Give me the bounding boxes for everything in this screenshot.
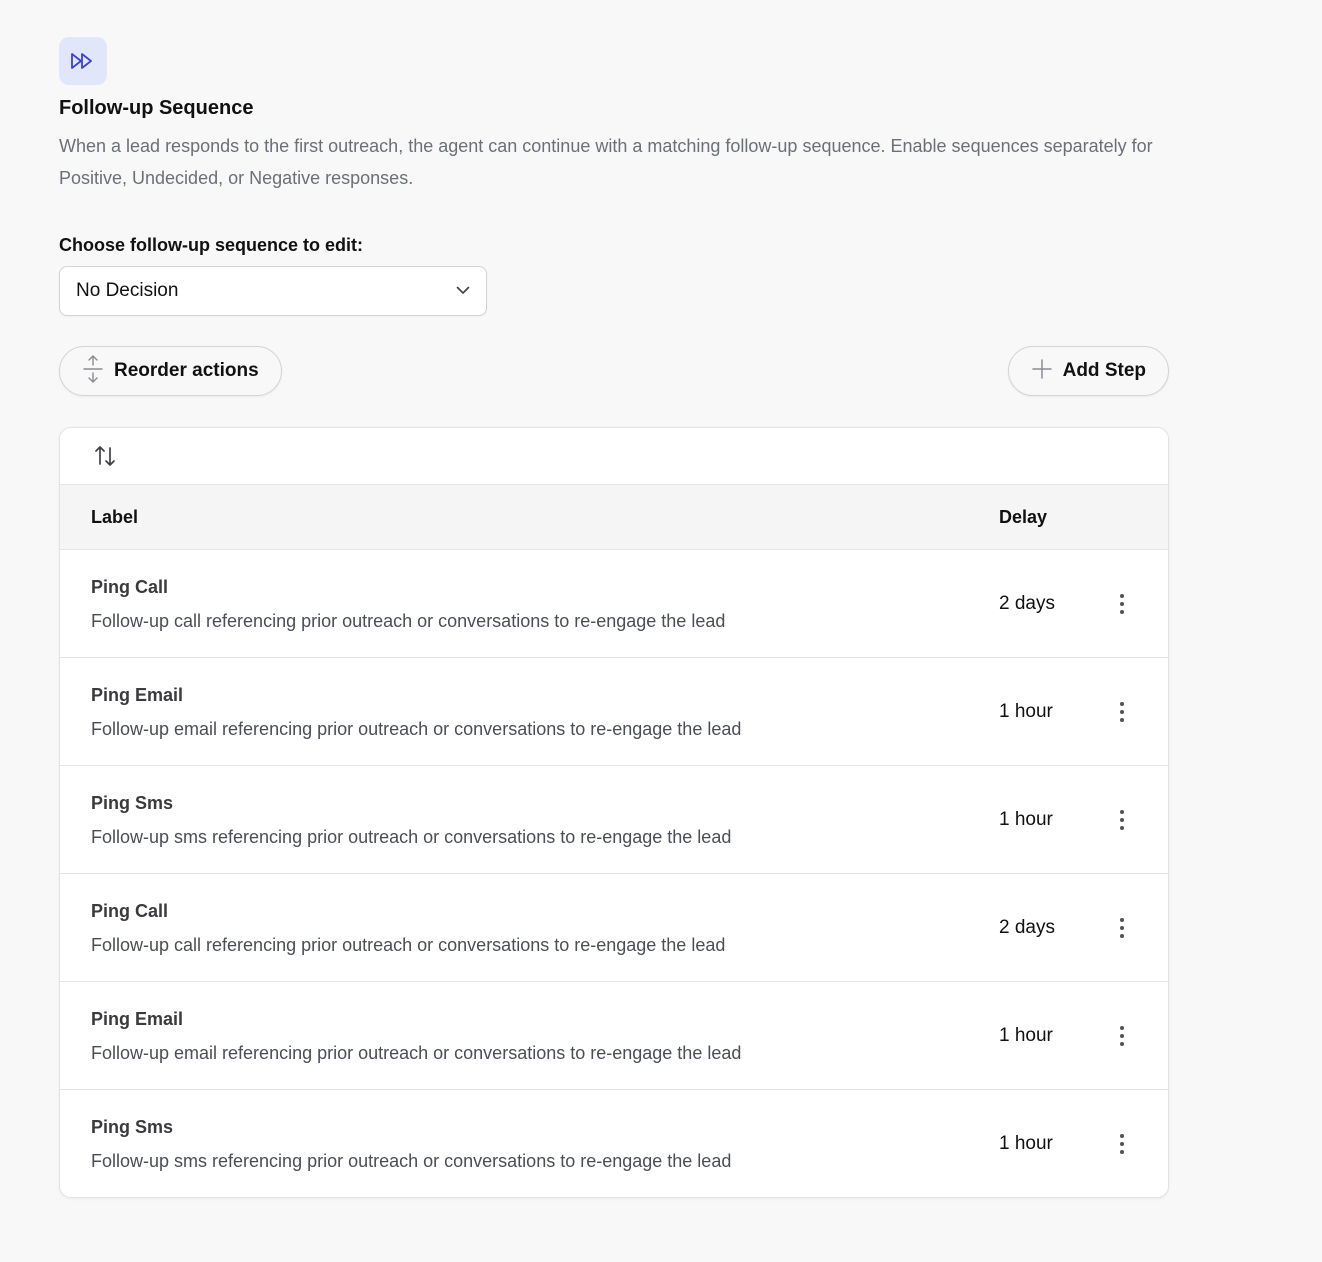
step-title: Ping Sms	[91, 1116, 174, 1137]
step-title: Ping Call	[91, 576, 169, 597]
table-row[interactable]: Ping Email Follow-up email referencing pr…	[60, 982, 1168, 1090]
step-label-cell: Ping Sms Follow-up sms referencing prior …	[91, 793, 999, 847]
step-delay: 2 days	[999, 592, 1055, 614]
column-header-label[interactable]: Label	[91, 507, 999, 528]
step-title: Ping Call	[91, 900, 169, 921]
add-step-label: Add Step	[1062, 360, 1146, 381]
toolbar: Reorder actions Add Step	[59, 346, 1169, 396]
more-options-icon[interactable]	[1107, 589, 1137, 619]
step-title: Ping Sms	[91, 792, 174, 813]
more-options-icon[interactable]	[1107, 1129, 1137, 1159]
step-label-cell: Ping Call Follow-up call referencing prio…	[91, 901, 999, 955]
table-body: Ping Call Follow-up call referencing prio…	[60, 550, 1168, 1197]
sort-arrows-icon[interactable]	[92, 443, 118, 469]
table-row[interactable]: Ping Sms Follow-up sms referencing prior …	[60, 1090, 1168, 1197]
follow-up-sequence-page: Follow-up Sequence When a lead responds …	[0, 0, 1322, 1262]
step-description: Follow-up sms referencing prior outreach…	[91, 826, 732, 847]
sequence-select[interactable]: No Decision	[59, 266, 487, 316]
chevron-down-icon	[456, 282, 470, 300]
step-label-cell: Ping Sms Follow-up sms referencing prior …	[91, 1117, 999, 1171]
step-label-cell: Ping Email Follow-up email referencing pr…	[91, 1009, 999, 1063]
step-delay: 1 hour	[999, 700, 1053, 722]
table-row[interactable]: Ping Sms Follow-up sms referencing prior …	[60, 766, 1168, 874]
section-title: Follow-up Sequence	[59, 97, 254, 119]
step-description: Follow-up call referencing prior outreac…	[91, 610, 726, 631]
sequence-select-label: Choose follow-up sequence to edit:	[59, 235, 364, 255]
step-description: Follow-up email referencing prior outrea…	[91, 718, 742, 739]
table-header: Label Delay	[60, 485, 1168, 550]
add-step-button[interactable]: Add Step	[1007, 346, 1169, 396]
step-delay: 1 hour	[999, 1132, 1053, 1154]
column-header-delay[interactable]: Delay	[999, 507, 1047, 528]
more-options-icon[interactable]	[1107, 805, 1137, 835]
sequence-select-value: No Decision	[76, 280, 179, 301]
more-options-icon[interactable]	[1107, 913, 1137, 943]
step-description: Follow-up email referencing prior outrea…	[91, 1042, 742, 1063]
more-options-icon[interactable]	[1107, 697, 1137, 727]
table-row[interactable]: Ping Call Follow-up call referencing prio…	[60, 550, 1168, 658]
table-row[interactable]: Ping Call Follow-up call referencing prio…	[60, 874, 1168, 982]
table-row[interactable]: Ping Email Follow-up email referencing pr…	[60, 658, 1168, 766]
step-title: Ping Email	[91, 1008, 184, 1029]
table-toolbar	[60, 428, 1168, 485]
step-description: Follow-up sms referencing prior outreach…	[91, 1150, 732, 1171]
fast-forward-icon	[59, 37, 107, 85]
plus-icon	[1031, 358, 1053, 385]
steps-table: Label Delay Ping Call Follow-up call refe…	[59, 427, 1169, 1198]
section-description: When a lead responds to the first outrea…	[59, 136, 1153, 188]
step-title: Ping Email	[91, 684, 184, 705]
step-delay: 2 days	[999, 916, 1055, 938]
step-label-cell: Ping Email Follow-up email referencing pr…	[91, 685, 999, 739]
reorder-vertical-icon	[82, 354, 104, 388]
more-options-icon[interactable]	[1107, 1021, 1137, 1051]
reorder-actions-label: Reorder actions	[114, 360, 259, 381]
step-delay: 1 hour	[999, 808, 1053, 830]
step-delay: 1 hour	[999, 1024, 1053, 1046]
step-label-cell: Ping Call Follow-up call referencing prio…	[91, 577, 999, 631]
reorder-actions-button[interactable]: Reorder actions	[59, 346, 282, 396]
step-description: Follow-up call referencing prior outreac…	[91, 934, 726, 955]
